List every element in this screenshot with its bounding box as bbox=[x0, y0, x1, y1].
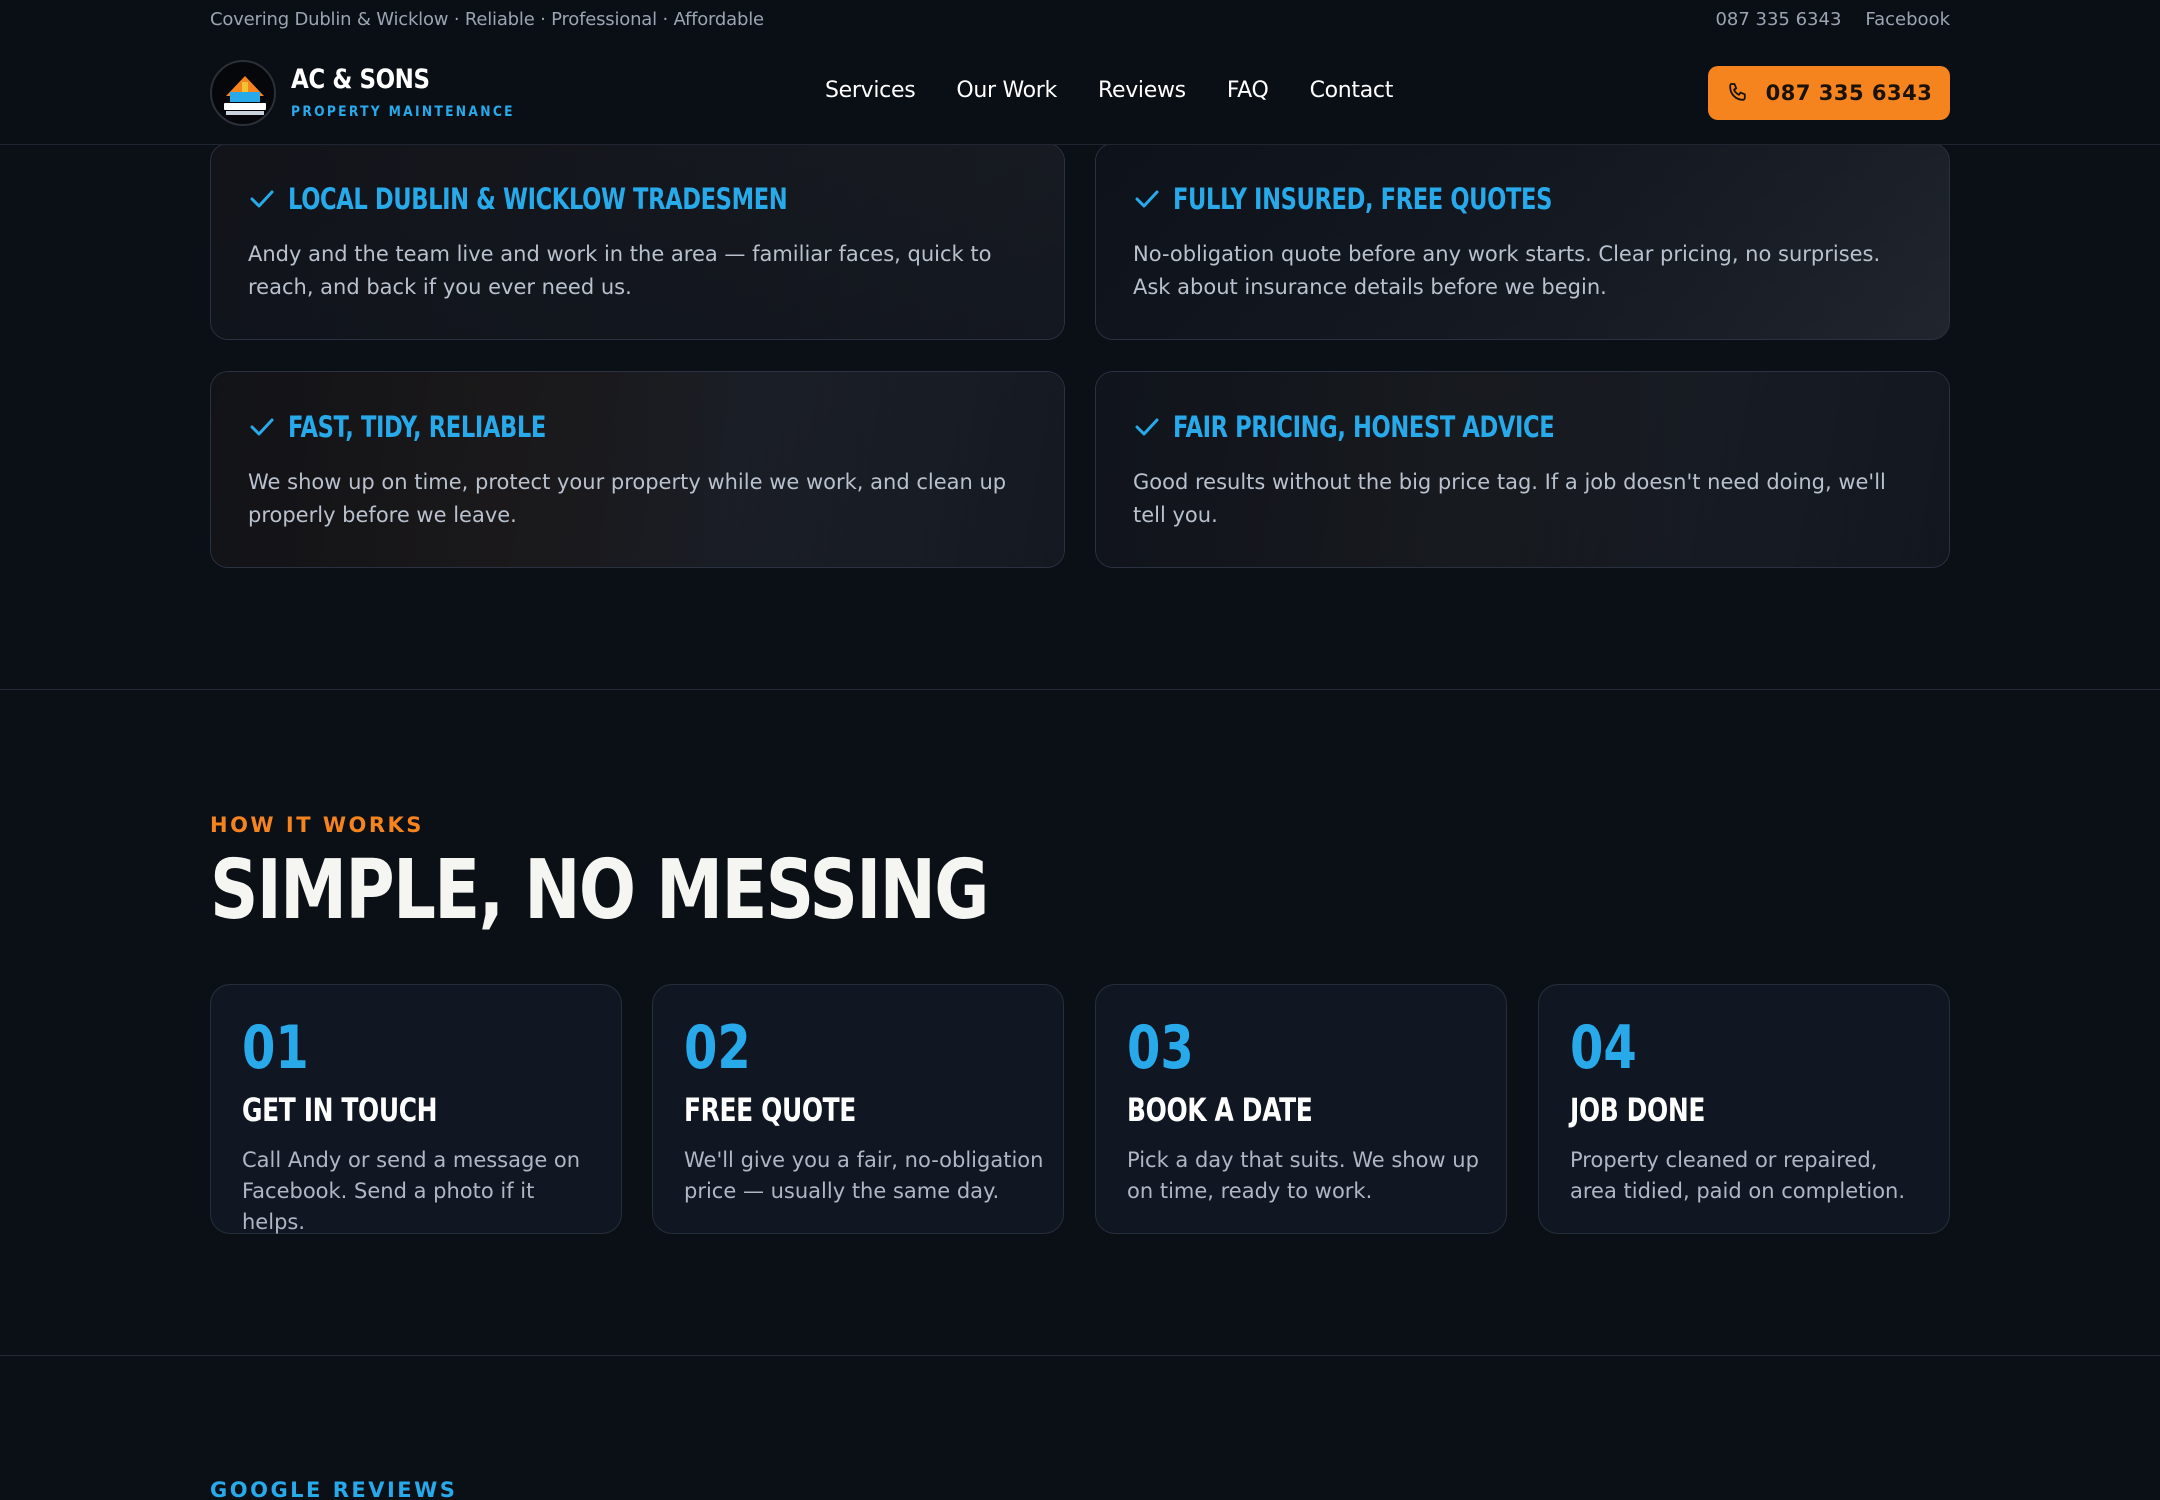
step-desc: Property cleaned or repaired, area tidie… bbox=[1570, 1148, 1906, 1203]
main-nav: Services Our Work Reviews FAQ Contact bbox=[825, 78, 1393, 103]
top-bar: Covering Dublin & Wicklow · Reliable · P… bbox=[0, 0, 2160, 40]
nav-services[interactable]: Services bbox=[825, 78, 916, 103]
site-header: AC & SONS PROPERTY MAINTENANCE Services … bbox=[0, 40, 2160, 145]
feature-card-fast: FAST, TIDY, RELIABLE We show up on time,… bbox=[210, 371, 1065, 568]
nav-contact[interactable]: Contact bbox=[1310, 78, 1394, 103]
brand-name[interactable]: AC & SONS bbox=[291, 64, 430, 95]
tagline: Covering Dublin & Wicklow · Reliable · P… bbox=[210, 9, 764, 30]
step-desc: Pick a day that suits. We show up on tim… bbox=[1127, 1148, 1479, 1203]
step-title: BOOK A DATE bbox=[1127, 1091, 1313, 1129]
call-button-label: 087 335 6343 bbox=[1765, 81, 1933, 105]
step-title: JOB DONE bbox=[1570, 1091, 1705, 1129]
phone-icon bbox=[1728, 83, 1746, 101]
feature-card-local: LOCAL DUBLIN & WICKLOW TRADESMEN Andy an… bbox=[210, 143, 1065, 340]
feature-desc: No-obligation quote before any work star… bbox=[1133, 242, 1881, 299]
top-phone-link[interactable]: 087 335 6343 bbox=[1715, 9, 1841, 30]
step-desc: We'll give you a fair, no-obligation pri… bbox=[684, 1148, 1044, 1203]
feature-desc: Good results without the big price tag. … bbox=[1133, 470, 1886, 527]
feature-desc: We show up on time, protect your propert… bbox=[248, 470, 1007, 527]
feature-card-insured: FULLY INSURED, FREE QUOTES No-obligation… bbox=[1095, 143, 1950, 340]
check-icon bbox=[1135, 418, 1159, 436]
google-reviews-eyebrow: GOOGLE REVIEWS bbox=[210, 1478, 458, 1500]
step-number: 03 bbox=[1127, 1013, 1194, 1083]
logo-house-icon bbox=[224, 76, 266, 115]
step-title: FREE QUOTE bbox=[684, 1091, 856, 1129]
feature-desc: Andy and the team live and work in the a… bbox=[248, 242, 992, 299]
nav-faq[interactable]: FAQ bbox=[1227, 78, 1269, 103]
feature-title: FULLY INSURED, FREE QUOTES bbox=[1173, 182, 1553, 216]
call-button[interactable]: 087 335 6343 bbox=[1708, 66, 1950, 120]
step-card-3: 03 BOOK A DATE Pick a day that suits. We… bbox=[1095, 984, 1507, 1234]
brand-logo[interactable] bbox=[210, 60, 276, 126]
nav-reviews[interactable]: Reviews bbox=[1098, 78, 1186, 103]
feature-title: FAIR PRICING, HONEST ADVICE bbox=[1173, 410, 1555, 444]
check-icon bbox=[1135, 190, 1159, 208]
facebook-link[interactable]: Facebook bbox=[1865, 9, 1950, 30]
step-title: GET IN TOUCH bbox=[242, 1091, 438, 1129]
step-card-2: 02 FREE QUOTE We'll give you a fair, no-… bbox=[652, 984, 1064, 1234]
step-number: 01 bbox=[242, 1013, 309, 1083]
feature-card-fair: FAIR PRICING, HONEST ADVICE Good results… bbox=[1095, 371, 1950, 568]
check-icon bbox=[250, 418, 274, 436]
step-card-4: 04 JOB DONE Property cleaned or repaired… bbox=[1538, 984, 1950, 1234]
section-divider bbox=[0, 1355, 2160, 1356]
brand-subtitle: PROPERTY MAINTENANCE bbox=[291, 104, 515, 120]
nav-our-work[interactable]: Our Work bbox=[956, 78, 1057, 103]
top-bar-links: 087 335 6343 Facebook bbox=[1715, 9, 1950, 30]
how-it-works-eyebrow: HOW IT WORKS bbox=[210, 813, 424, 837]
section-divider bbox=[0, 689, 2160, 690]
step-number: 04 bbox=[1570, 1013, 1637, 1083]
feature-title: LOCAL DUBLIN & WICKLOW TRADESMEN bbox=[288, 182, 788, 216]
step-number: 02 bbox=[684, 1013, 751, 1083]
step-desc: Call Andy or send a message on Facebook.… bbox=[242, 1148, 581, 1234]
feature-title: FAST, TIDY, RELIABLE bbox=[288, 410, 546, 444]
step-card-1: 01 GET IN TOUCH Call Andy or send a mess… bbox=[210, 984, 622, 1234]
check-icon bbox=[250, 190, 274, 208]
how-it-works-title: SIMPLE, NO MESSING bbox=[210, 843, 989, 938]
